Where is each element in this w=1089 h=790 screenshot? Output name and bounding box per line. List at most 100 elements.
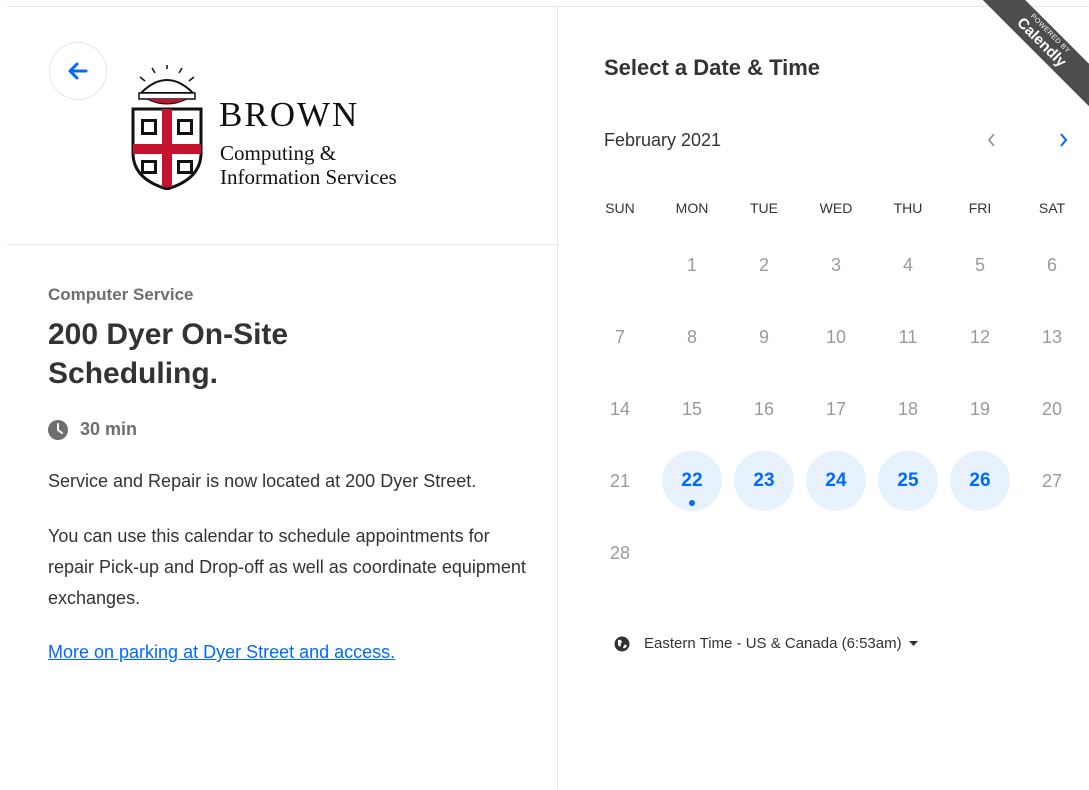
weekday-header: SUN MON TUE WED THU FRI SAT <box>584 200 1088 216</box>
calendar-day: 19 <box>944 373 1016 445</box>
weekday-label: WED <box>819 200 853 216</box>
powered-by-calendly-ribbon[interactable]: POWERED BY Calendly <box>973 0 1089 111</box>
calendar-day-available[interactable]: 24 <box>800 445 872 517</box>
picker-title: Select a Date & Time <box>604 55 821 80</box>
calendar-day: 3 <box>800 229 872 301</box>
calendar-day-number: 5 <box>974 254 985 275</box>
calendar-day: 8 <box>656 301 728 373</box>
duration-label: 30 min <box>80 419 138 439</box>
service-name: Computer Service <box>48 285 194 304</box>
calendar-day-available[interactable]: 22 <box>656 445 728 517</box>
caret-down-icon <box>908 640 918 646</box>
calendar-day: 6 <box>1016 229 1088 301</box>
calendar-day-number: 15 <box>681 398 703 419</box>
calendar-day-available[interactable]: 23 <box>728 445 800 517</box>
calendar-day: 2 <box>728 229 800 301</box>
event-title-line1: 200 Dyer On-Site <box>48 318 289 351</box>
calendar-day: 15 <box>656 373 728 445</box>
logo-subtitle-line1: Computing & <box>220 141 337 165</box>
calendar-week-row: 1 2 3 4 5 6 <box>584 229 1088 301</box>
calendar-day: 10 <box>800 301 872 373</box>
calendar-day: 1 <box>656 229 728 301</box>
calendar-day-number: 23 <box>734 451 794 511</box>
next-month-button[interactable] <box>1048 125 1078 155</box>
calendar-day: 9 <box>728 301 800 373</box>
calendar-day-number: 20 <box>1041 398 1063 419</box>
previous-month-button[interactable] <box>977 125 1007 155</box>
timezone-label: Eastern Time - US & Canada (6:53am) <box>644 635 902 652</box>
scheduling-card: BROWN Computing & Information Services C… <box>7 0 1089 790</box>
calendar-day-number: 3 <box>830 254 841 275</box>
calendar-day-number: 17 <box>825 398 847 419</box>
logo-subtitle: Computing & Information Services <box>220 141 397 189</box>
calendar-day: 20 <box>1016 373 1088 445</box>
calendar-day: 27 <box>1016 445 1088 517</box>
weekday-label: MON <box>675 200 709 216</box>
event-details-pane: BROWN Computing & Information Services C… <box>7 7 558 790</box>
back-button[interactable] <box>49 42 107 100</box>
calendar-week-row: 14 15 16 17 18 19 20 <box>584 373 1088 445</box>
calendar-week-row: 28 <box>584 517 1088 589</box>
calendar-day-number: 21 <box>609 470 631 491</box>
arrow-left-icon <box>68 62 88 80</box>
calendar-day: 17 <box>800 373 872 445</box>
chevron-left-icon <box>987 133 995 147</box>
calendar-day-number: 1 <box>686 254 697 275</box>
calendar-day-number: 27 <box>1041 470 1063 491</box>
calendar-day: 4 <box>872 229 944 301</box>
calendar-grid: 1 2 3 4 5 6 7 8 9 10 11 12 13 14 15 16 17 18 19 20 21 22 23 24 2… <box>584 229 1088 589</box>
calendar-day: 7 <box>584 301 656 373</box>
calendar-day: 16 <box>728 373 800 445</box>
calendar-day-number: 7 <box>614 326 625 347</box>
month-label: February 2021 <box>604 130 722 150</box>
calendar-day: 18 <box>872 373 944 445</box>
calendar-day-number: 4 <box>902 254 913 275</box>
parking-link[interactable]: More on parking at Dyer Street and acces… <box>48 642 395 663</box>
calendar-day-number: 19 <box>969 398 991 419</box>
calendar-day-number: 10 <box>825 326 847 347</box>
calendar-day-available[interactable]: 26 <box>944 445 1016 517</box>
calendar-day: 21 <box>584 445 656 517</box>
calendar-day-number: 16 <box>753 398 775 419</box>
event-description: Service and Repair is now located at 200… <box>48 466 528 614</box>
event-title-line2: Scheduling. <box>48 357 219 390</box>
weekday-label: SAT <box>1038 200 1066 216</box>
date-picker-pane: POWERED BY Calendly Select a Date & Time… <box>558 0 1089 790</box>
calendar-day-number: 2 <box>758 254 769 275</box>
brown-logo: BROWN Computing & Information Services <box>127 65 447 195</box>
calendar-day-number: 13 <box>1041 326 1063 347</box>
calendar-day-number: 9 <box>758 326 769 347</box>
clock-icon <box>48 419 68 440</box>
weekday-label: TUE <box>750 200 778 216</box>
description-paragraph-1: Service and Repair is now located at 200… <box>48 471 477 491</box>
timezone-selector[interactable]: Eastern Time - US & Canada (6:53am) <box>614 635 918 652</box>
calendar-day-number: 6 <box>1046 254 1057 275</box>
calendar-day-number: 25 <box>878 451 938 511</box>
calendar-day-number: 28 <box>609 542 631 563</box>
calendar-week-row: 21 22 23 24 25 26 27 <box>584 445 1088 517</box>
calendar-day: 13 <box>1016 301 1088 373</box>
globe-icon <box>614 636 630 651</box>
calendar-day: 28 <box>584 517 656 589</box>
today-indicator <box>689 500 695 506</box>
calendar-day-number: 26 <box>950 451 1010 511</box>
event-details: Computer Service 200 Dyer On-Site Schedu… <box>48 285 528 663</box>
weekday-label: SUN <box>605 200 635 216</box>
calendar-day-number: 8 <box>686 326 697 347</box>
profile-header: BROWN Computing & Information Services <box>7 7 558 245</box>
calendar-day-number: 14 <box>609 398 631 419</box>
event-title: 200 Dyer On-Site Scheduling. <box>48 315 528 393</box>
calendar-day: 5 <box>944 229 1016 301</box>
calendar-day: 11 <box>872 301 944 373</box>
calendar-day: 14 <box>584 373 656 445</box>
description-paragraph-2: You can use this calendar to schedule ap… <box>48 526 526 608</box>
calendar-day: 12 <box>944 301 1016 373</box>
calendar-day-number: 11 <box>898 326 918 347</box>
chevron-right-icon <box>1060 133 1068 147</box>
calendar-empty-cell <box>584 229 656 301</box>
logo-wordmark: BROWN <box>219 95 360 134</box>
calendar-day-available[interactable]: 25 <box>872 445 944 517</box>
calendar-week-row: 7 8 9 10 11 12 13 <box>584 301 1088 373</box>
weekday-label: FRI <box>968 200 992 216</box>
brown-shield-icon <box>131 65 203 190</box>
